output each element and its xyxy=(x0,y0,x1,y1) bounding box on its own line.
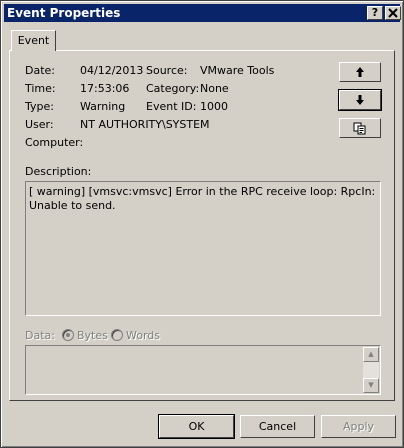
date-value: 04/12/2013 xyxy=(80,64,144,77)
description-label: Description: xyxy=(25,165,92,178)
cancel-button[interactable]: Cancel xyxy=(240,415,315,438)
source-label: Source: xyxy=(146,64,188,77)
scroll-up-icon: ▲ xyxy=(368,350,374,358)
window-title: Event Properties xyxy=(7,6,121,20)
category-value: None xyxy=(200,82,229,95)
data-scrollbar[interactable]: ▲ ▼ xyxy=(363,347,379,393)
previous-event-button[interactable] xyxy=(339,62,381,82)
event-id-value: 1000 xyxy=(200,100,228,113)
arrow-down-icon xyxy=(356,95,364,105)
apply-button[interactable]: Apply xyxy=(321,415,396,438)
time-value: 17:53:06 xyxy=(80,82,130,95)
date-label: Date: xyxy=(25,64,55,77)
title-bar[interactable]: Event Properties ? xyxy=(4,4,401,22)
user-label: User: xyxy=(25,118,54,131)
scroll-down-icon: ▼ xyxy=(368,381,374,389)
user-value: NT AUTHORITY\SYSTEM xyxy=(80,118,210,131)
category-label: Category: xyxy=(146,82,200,95)
tab-event[interactable]: Event xyxy=(11,30,56,51)
words-radio[interactable] xyxy=(111,329,123,341)
close-icon xyxy=(388,8,398,18)
event-properties-dialog: Event Properties ? Event Date: 04/12/201… xyxy=(0,0,404,448)
scroll-down-button[interactable]: ▼ xyxy=(363,378,379,393)
close-button[interactable] xyxy=(385,6,401,20)
ok-button[interactable]: OK xyxy=(158,414,235,439)
copy-button[interactable] xyxy=(339,118,381,138)
computer-label: Computer: xyxy=(25,136,84,149)
arrow-up-icon xyxy=(356,67,364,77)
bytes-radio[interactable] xyxy=(62,329,74,341)
words-label: Words xyxy=(126,329,161,342)
event-id-label: Event ID: xyxy=(146,100,197,113)
next-event-button[interactable] xyxy=(338,89,382,111)
description-text[interactable]: [ warning] [vmsvc:vmsvc] Error in the RP… xyxy=(25,181,381,316)
type-value: Warning xyxy=(80,100,126,113)
type-label: Type: xyxy=(25,100,54,113)
help-button[interactable]: ? xyxy=(367,6,383,20)
copy-icon xyxy=(353,122,366,134)
data-label: Data: xyxy=(25,329,55,342)
time-label: Time: xyxy=(25,82,56,95)
bytes-label: Bytes xyxy=(77,329,108,342)
scroll-up-button[interactable]: ▲ xyxy=(363,347,379,362)
data-box[interactable]: ▲ ▼ xyxy=(25,345,381,395)
source-value: VMware Tools xyxy=(200,64,275,77)
